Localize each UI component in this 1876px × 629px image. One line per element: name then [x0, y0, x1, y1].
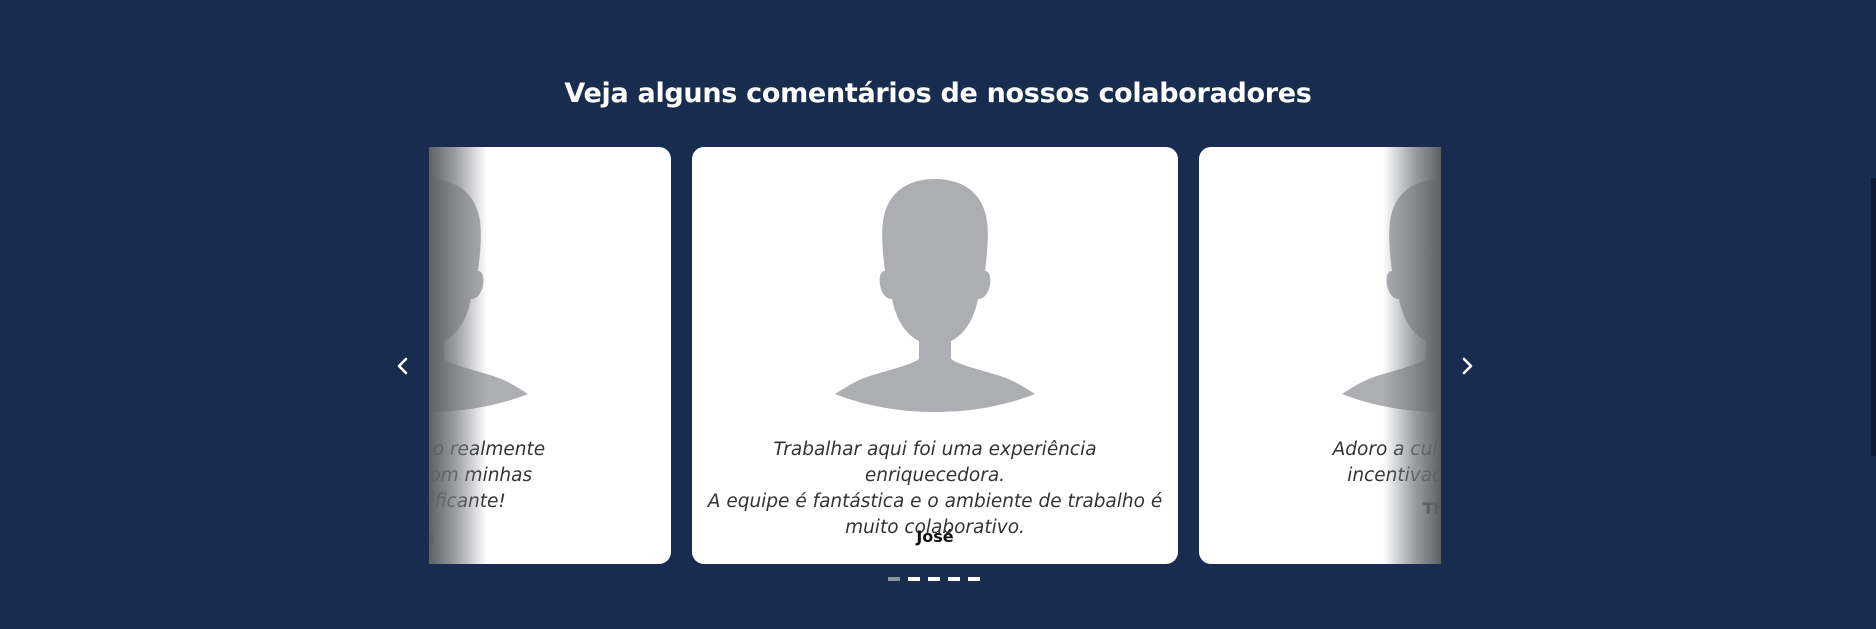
chevron-left-icon: [397, 357, 408, 375]
carousel-next-button[interactable]: [1456, 352, 1478, 380]
testimonial-card: Trabalhar aqui foi uma experiência enriq…: [692, 147, 1178, 564]
testimonial-quote: Trabalhar aqui foi uma experiência enriq…: [707, 439, 1163, 538]
person-silhouette-icon: [835, 179, 1035, 412]
person-silhouette-icon: [429, 179, 528, 412]
testimonial-author: ana: [429, 527, 435, 546]
pagination-dot-1[interactable]: [888, 577, 900, 581]
person-silhouette-icon: [1342, 179, 1441, 412]
page-scrollbar[interactable]: [1871, 178, 1876, 456]
section-heading: Veja alguns comentários de nossos colabo…: [564, 78, 1312, 109]
carousel-pagination: [888, 577, 980, 583]
testimonial-quote: Adoro a cultura da emp incentivados a cr…: [1332, 439, 1441, 486]
pagination-dot-5[interactable]: [968, 577, 980, 581]
testimonial-quote: co onde posso realmente contribuir com m…: [429, 439, 546, 512]
testimonial-author: Thia: [1422, 499, 1441, 518]
testimonial-card: co onde posso realmente contribuir com m…: [429, 147, 671, 564]
pagination-dot-3[interactable]: [928, 577, 940, 581]
carousel-viewport[interactable]: co onde posso realmente contribuir com m…: [429, 147, 1441, 564]
pagination-dot-4[interactable]: [948, 577, 960, 581]
chevron-right-icon: [1462, 357, 1473, 375]
testimonials-section: Veja alguns comentários de nossos colabo…: [0, 0, 1876, 629]
testimonial-card: Adoro a cultura da emp incentivados a cr…: [1199, 147, 1441, 564]
testimonial-author: José: [916, 527, 954, 546]
carousel-prev-button[interactable]: [392, 352, 414, 380]
pagination-dot-2[interactable]: [908, 577, 920, 581]
